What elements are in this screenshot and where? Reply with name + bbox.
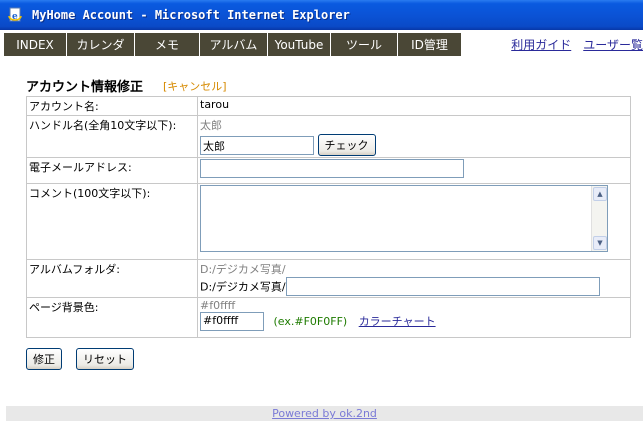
powered-by-link[interactable]: Powered by ok.2nd [272, 407, 377, 420]
tab-memo[interactable]: メモ [135, 33, 200, 56]
comment-textarea[interactable]: ▲ ▼ [200, 185, 608, 252]
window-title: MyHome Account - Microsoft Internet Expl… [32, 8, 350, 22]
nav-links: 利用ガイド ユーザー覧 [499, 33, 643, 56]
svg-text:e: e [12, 12, 18, 22]
cancel-link[interactable]: [キャンセル] [163, 78, 227, 94]
row-comment: コメント(100文字以下): ▲ ▼ [26, 183, 631, 260]
handle-input[interactable]: 太郎 [200, 135, 314, 155]
row-account: アカウント名: tarou [26, 96, 631, 116]
account-value: tarou [197, 96, 631, 116]
email-label: 電子メールアドレス: [26, 157, 198, 184]
nav-bar: INDEX カレンダ メモ アルバム YouTube ツール ID管理 利用ガイ… [0, 33, 643, 56]
footer: Powered by ok.2nd [6, 406, 643, 421]
window-titlebar: e MyHome Account - Microsoft Internet Ex… [0, 0, 643, 30]
check-button[interactable]: チェック [317, 134, 376, 156]
album-input[interactable] [285, 277, 600, 296]
bgcolor-current: #f0ffff [200, 299, 236, 312]
row-bgcolor: ページ背景色: #f0ffff #f0ffff (ex.#F0F0FF) カラー… [26, 297, 631, 338]
bgcolor-cell: #f0ffff #f0ffff (ex.#F0F0FF) カラーチャート [197, 297, 631, 338]
usage-guide-link[interactable]: 利用ガイド [511, 36, 571, 53]
handle-label: ハンドル名(全角10文字以下): [26, 115, 198, 158]
tab-tools[interactable]: ツール [331, 33, 398, 56]
album-prefix: D:/デジカメ写真/ [200, 280, 286, 294]
account-form-table: アカウント名: tarou ハンドル名(全角10文字以下): 太郎 太郎 チェッ… [26, 96, 631, 338]
tab-calendar[interactable]: カレンダ [67, 33, 135, 56]
comment-scrollbar[interactable]: ▲ ▼ [591, 186, 607, 251]
row-handle: ハンドル名(全角10文字以下): 太郎 太郎 チェック [26, 115, 631, 158]
bgcolor-input[interactable]: #f0ffff [200, 312, 264, 331]
email-input[interactable] [200, 159, 464, 178]
email-cell [197, 157, 631, 184]
tab-id-management[interactable]: ID管理 [398, 33, 461, 56]
row-album: アルバムフォルダ: D:/デジカメ写真/ D:/デジカメ写真/ [26, 259, 631, 298]
tab-album[interactable]: アルバム [200, 33, 268, 56]
page-title: アカウント情報修正 [26, 80, 144, 95]
album-current: D:/デジカメ写真/ [200, 263, 286, 276]
bgcolor-example: (ex.#F0F0FF) [273, 314, 348, 328]
account-label: アカウント名: [26, 96, 198, 116]
comment-cell: ▲ ▼ [197, 183, 631, 260]
handle-cell: 太郎 太郎 チェック [197, 115, 631, 158]
color-chart-link[interactable]: カラーチャート [359, 315, 436, 328]
submit-button[interactable]: 修正 [26, 348, 62, 370]
album-label: アルバムフォルダ: [26, 259, 198, 298]
scroll-down-icon[interactable]: ▼ [593, 236, 607, 250]
ie-page-icon: e [6, 6, 24, 24]
form-buttons: 修正 リセット [26, 348, 148, 370]
row-email: 電子メールアドレス: [26, 157, 631, 184]
user-list-link[interactable]: ユーザー覧 [583, 36, 643, 53]
tab-youtube[interactable]: YouTube [268, 33, 331, 56]
comment-label: コメント(100文字以下): [26, 183, 198, 260]
tab-index[interactable]: INDEX [4, 33, 67, 56]
page-heading: アカウント情報修正 [キャンセル] [26, 76, 227, 96]
reset-button[interactable]: リセット [76, 348, 134, 370]
handle-current: 太郎 [200, 119, 222, 132]
bgcolor-label: ページ背景色: [26, 297, 198, 338]
album-cell: D:/デジカメ写真/ D:/デジカメ写真/ [197, 259, 631, 298]
nav-tabs: INDEX カレンダ メモ アルバム YouTube ツール ID管理 [4, 33, 461, 56]
scroll-up-icon[interactable]: ▲ [593, 187, 607, 201]
